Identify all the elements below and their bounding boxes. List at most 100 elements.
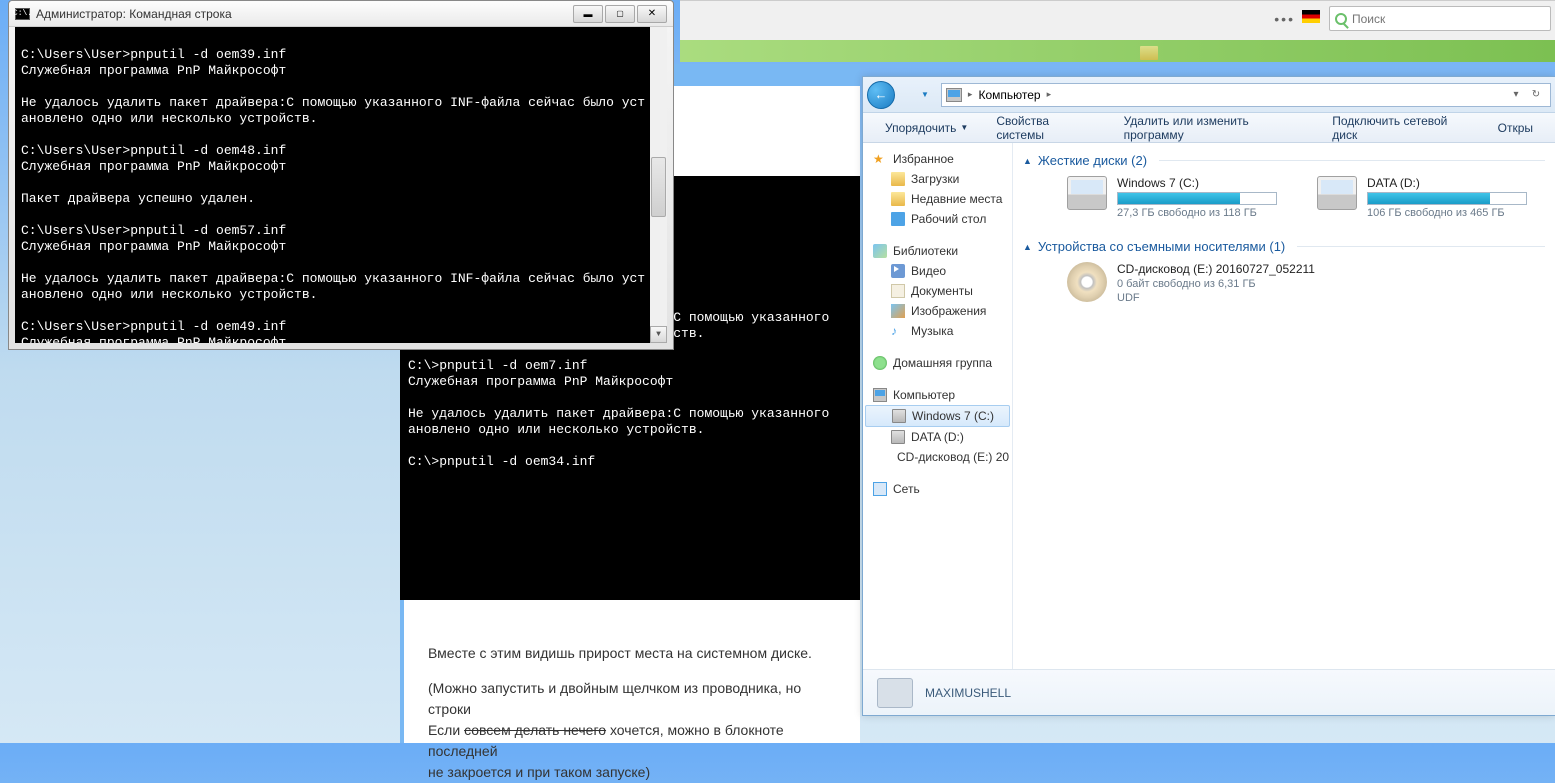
explorer-nav-tree: ★ Избранное Загрузки Недавние места Рабо…	[863, 143, 1013, 669]
breadcrumb-sep-icon[interactable]: ▸	[966, 89, 975, 100]
window-controls	[573, 5, 667, 23]
nav-group-libraries: Библиотеки Видео Документы Изображения ♪…	[863, 241, 1012, 341]
nav-recent-label: Недавние места	[911, 192, 1002, 206]
terminal-1-body[interactable]: C:\Users\User>pnputil -d oem39.inf Служе…	[15, 27, 667, 343]
nav-forward-button[interactable]: →	[891, 81, 919, 109]
minimize-button[interactable]	[573, 5, 603, 23]
drive-name: CD-дисковод (E:) 20160727_052211	[1117, 262, 1315, 276]
explorer-window: ← → ▼ ▸ Компьютер ▸ ▾ ↻ Упорядочить ▼ Св…	[862, 76, 1555, 716]
drive-item-d[interactable]: DATA (D:) 106 ГБ свободно из 465 ГБ	[1317, 176, 1527, 219]
toolbar-organize[interactable]: Упорядочить ▼	[871, 113, 982, 142]
folder-icon	[891, 172, 905, 186]
browser-top-bar: •••	[680, 0, 1555, 40]
toolbar-open-label: Откры	[1498, 121, 1533, 135]
nav-homegroup[interactable]: Домашняя группа	[863, 353, 1012, 373]
drive-name: Windows 7 (C:)	[1117, 176, 1277, 190]
article-text: Если	[428, 722, 464, 738]
browser-menu-dots-icon[interactable]: •••	[1274, 11, 1295, 27]
toolbar-organize-label: Упорядочить	[885, 121, 956, 135]
documents-icon	[891, 284, 905, 298]
drive-usage-fill	[1118, 193, 1240, 204]
nav-music[interactable]: ♪ Музыка	[863, 321, 1012, 341]
group-hdd-label: Жесткие диски (2)	[1038, 153, 1147, 168]
nav-recent[interactable]: Недавние места	[863, 189, 1012, 209]
refresh-button[interactable]: ↻	[1526, 89, 1546, 100]
nav-back-button[interactable]: ←	[867, 81, 895, 109]
video-icon	[891, 264, 905, 278]
explorer-status-bar: MAXIMUSHELL	[863, 669, 1555, 715]
nav-pictures-label: Изображения	[911, 304, 986, 318]
struck-text: совсем делать нечего	[464, 722, 606, 738]
dropdown-icon: ▼	[960, 123, 968, 132]
nav-network-label: Сеть	[893, 482, 920, 496]
nav-pictures[interactable]: Изображения	[863, 301, 1012, 321]
breadcrumb-sep-icon[interactable]: ▸	[1045, 89, 1054, 100]
nav-video[interactable]: Видео	[863, 261, 1012, 281]
nav-buttons-group: ← → ▼	[867, 81, 929, 109]
hard-drive-icon	[1317, 176, 1357, 210]
nav-group-computer: Компьютер Windows 7 (C:) DATA (D:) CD-ди…	[863, 385, 1012, 467]
drive-usage-fill	[1368, 193, 1490, 204]
article-paragraph: Вместе с этим видишь прирост места на си…	[428, 643, 836, 664]
drive-free-text: 0 байт свободно из 6,31 ГБ	[1117, 278, 1315, 290]
cd-drive-icon	[1067, 262, 1107, 302]
nav-documents[interactable]: Документы	[863, 281, 1012, 301]
scrollbar-thumb[interactable]	[651, 157, 666, 217]
drive-info: DATA (D:) 106 ГБ свободно из 465 ГБ	[1367, 176, 1527, 219]
drive-icon	[892, 409, 906, 423]
nav-libraries-label: Библиотеки	[893, 244, 958, 258]
scrollbar-down-button[interactable]: ▼	[650, 326, 667, 343]
cmd-prompt-icon: C:\.	[15, 8, 30, 20]
nav-drive-e[interactable]: CD-дисковод (E:) 20	[863, 447, 1012, 467]
drive-icon	[891, 430, 905, 444]
status-label: MAXIMUSHELL	[925, 686, 1011, 700]
toolbar-system-props[interactable]: Свойства системы	[982, 113, 1109, 142]
toolbar-uninstall-label: Удалить или изменить программу	[1124, 114, 1305, 142]
toolbar-map-drive[interactable]: Подключить сетевой диск	[1318, 113, 1483, 142]
group-hard-drives[interactable]: ▲ Жесткие диски (2)	[1023, 147, 1545, 172]
group-removable[interactable]: ▲ Устройства со съемными носителями (1)	[1023, 233, 1545, 258]
close-button[interactable]	[637, 5, 667, 23]
nav-network[interactable]: Сеть	[863, 479, 1012, 499]
nav-downloads[interactable]: Загрузки	[863, 169, 1012, 189]
drive-item-c[interactable]: Windows 7 (C:) 27,3 ГБ свободно из 118 Г…	[1067, 176, 1277, 219]
lang-flag-germany-icon[interactable]	[1302, 10, 1320, 23]
nav-drive-e-label: CD-дисковод (E:) 20	[897, 450, 1009, 464]
drive-usage-bar	[1367, 192, 1527, 205]
drive-usage-bar	[1117, 192, 1277, 205]
nav-computer[interactable]: Компьютер	[863, 385, 1012, 405]
terminal-scrollbar[interactable]: ▲ ▼	[650, 27, 667, 343]
article-text: не закроется и при таком запуске)	[428, 764, 650, 780]
browser-search-input[interactable]	[1352, 12, 1550, 26]
address-dropdown-button[interactable]: ▾	[1506, 89, 1526, 100]
explorer-content-pane[interactable]: ▲ Жесткие диски (2) Windows 7 (C:) 27,3 …	[1013, 143, 1555, 669]
nav-video-label: Видео	[911, 264, 946, 278]
nav-drive-d-label: DATA (D:)	[911, 430, 964, 444]
collapse-icon: ▲	[1023, 156, 1032, 166]
folder-icon	[891, 192, 905, 206]
nav-drive-d[interactable]: DATA (D:)	[863, 427, 1012, 447]
nav-group-network: Сеть	[863, 479, 1012, 499]
toolbar-open[interactable]: Откры	[1484, 113, 1547, 142]
nav-history-dropdown[interactable]: ▼	[921, 90, 929, 99]
nav-group-favorites: ★ Избранное Загрузки Недавние места Рабо…	[863, 149, 1012, 229]
nav-desktop[interactable]: Рабочий стол	[863, 209, 1012, 229]
terminal-window-1: C:\. Администратор: Командная строка C:\…	[8, 0, 674, 350]
maximize-button[interactable]	[605, 5, 635, 23]
drive-info: CD-дисковод (E:) 20160727_052211 0 байт …	[1117, 262, 1315, 304]
breadcrumb-computer[interactable]: Компьютер	[974, 88, 1044, 102]
nav-group-homegroup: Домашняя группа	[863, 353, 1012, 373]
nav-favorites[interactable]: ★ Избранное	[863, 149, 1012, 169]
computer-icon	[946, 88, 962, 102]
toolbar-uninstall[interactable]: Удалить или изменить программу	[1110, 113, 1319, 142]
nav-downloads-label: Загрузки	[911, 172, 959, 186]
folder-icon	[1140, 46, 1158, 60]
scrollbar-track[interactable]	[650, 44, 667, 326]
drives-list: Windows 7 (C:) 27,3 ГБ свободно из 118 Г…	[1023, 172, 1545, 233]
drive-item-cd[interactable]: CD-дисковод (E:) 20160727_052211 0 байт …	[1067, 262, 1315, 304]
nav-drive-c[interactable]: Windows 7 (C:)	[865, 405, 1010, 427]
nav-libraries[interactable]: Библиотеки	[863, 241, 1012, 261]
address-bar[interactable]: ▸ Компьютер ▸ ▾ ↻	[941, 83, 1551, 107]
terminal-1-titlebar[interactable]: C:\. Администратор: Командная строка	[9, 1, 673, 27]
libraries-icon	[873, 244, 887, 258]
